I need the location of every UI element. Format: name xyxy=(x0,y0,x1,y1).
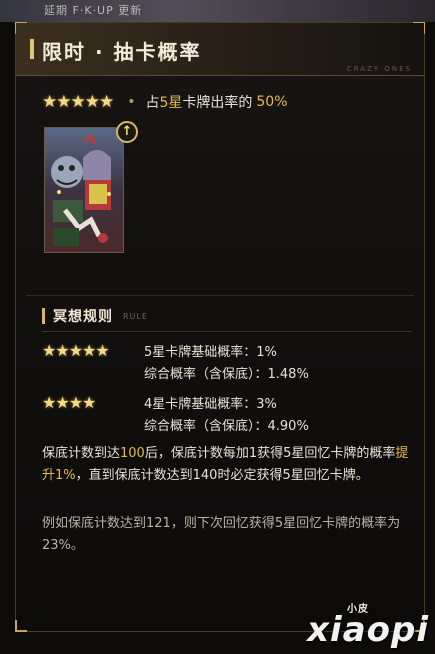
title-decoration: CRAZY ONES xyxy=(346,65,412,73)
tier-total-rate: 综合概率（含保底）：4.90% xyxy=(144,419,309,434)
tier-total-rate: 综合概率（含保底）：1.48% xyxy=(144,367,309,382)
site-watermark: 小皮 xiaopi xyxy=(307,604,429,650)
corner-ornament xyxy=(15,620,27,632)
rate-highlight: 5星 xyxy=(159,95,183,111)
rate-percent: 50% xyxy=(256,94,288,110)
title-accent xyxy=(30,39,34,59)
rate-middle: 卡牌出率的 xyxy=(182,95,253,111)
featured-card[interactable] xyxy=(44,127,124,253)
panel-title: 限时 · 抽卡概率 xyxy=(42,40,202,64)
rules-header: 冥想规则 RULE xyxy=(42,305,148,327)
rules-subtitle: RULE xyxy=(123,311,148,321)
pity-threshold: 100 xyxy=(120,446,145,461)
rules-accent xyxy=(42,308,45,324)
pity-example-text: 例如保底计数达到121，则下次回忆获得5星回忆卡牌的概率为23%。 xyxy=(42,516,401,553)
rate-prefix: 占 xyxy=(145,95,160,111)
watermark-main: xiaopi xyxy=(307,610,429,650)
bullet-dot: • xyxy=(127,94,136,110)
tier-base-rate: 4星卡牌基础概率：3% xyxy=(144,397,277,412)
section-divider xyxy=(26,295,414,296)
rules-underline xyxy=(42,331,412,332)
panel-header: 限时 · 抽卡概率 CRAZY ONES xyxy=(16,23,424,76)
tier-base-rate: 5星卡牌基础概率：1% xyxy=(144,345,277,360)
rules-title: 冥想规则 xyxy=(53,309,113,325)
watermark-small: 小皮 xyxy=(347,604,369,615)
pity-text-a: 保底计数到达 xyxy=(42,446,121,461)
five-star-icons: ★★★★★ xyxy=(42,341,110,360)
gacha-probability-panel: 限时 · 抽卡概率 CRAZY ONES ★★★★★ • 占 5星 卡牌出率的 … xyxy=(15,22,425,632)
pity-text-c: 后，保底计数每加1获得5星回忆卡牌的概率 xyxy=(144,446,396,461)
up-arrow-icon: ↑ xyxy=(116,121,138,143)
pity-text-e: ，直到保底计数达到140时必定获得5星回忆卡牌。 xyxy=(75,468,369,483)
pity-rule-text: 保底计数到达100后，保底计数每加1获得5星回忆卡牌的概率提升1%，直到保底计数… xyxy=(42,443,412,487)
background-strip-text: 延期 F·K·UP 更新 xyxy=(44,4,143,17)
card-artwork xyxy=(45,128,123,252)
four-star-icons: ★★★★ xyxy=(42,393,96,412)
five-star-rate-row: ★★★★★ • 占 5星 卡牌出率的 50% xyxy=(42,91,288,113)
five-star-icons: ★★★★★ xyxy=(42,92,114,112)
